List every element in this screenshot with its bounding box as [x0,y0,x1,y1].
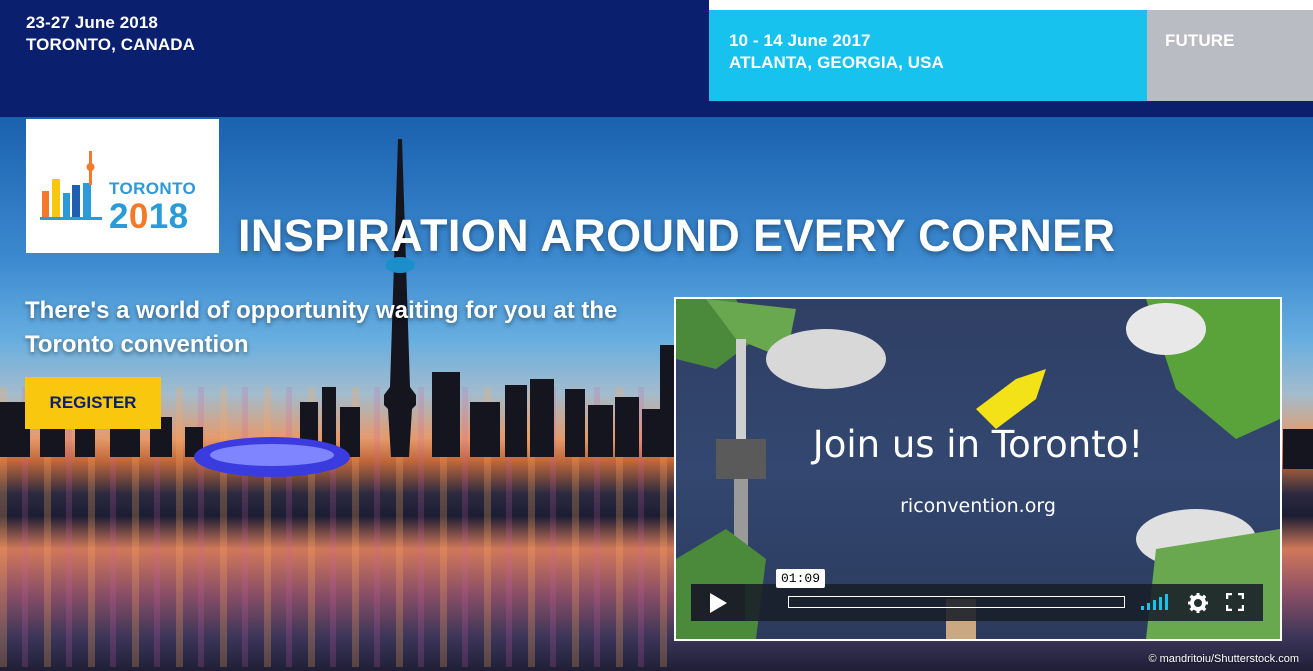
photo-credit: © mandritoiu/Shutterstock.com [1148,653,1299,665]
tab-future-label: FUTURE [1165,31,1235,50]
convention-tabs: 23-27 June 2018 TORONTO, CANADA 10 - 14 … [0,0,1313,117]
hero-headline: INSPIRATION AROUND EVERY CORNER [238,210,1116,261]
register-button[interactable]: REGISTER [25,377,161,429]
play-icon [710,592,727,613]
volume-icon[interactable] [1139,593,1169,611]
tab-underline [709,101,1313,117]
hero-subheading: There's a world of opportunity waiting f… [25,297,618,358]
tab-future[interactable]: FUTURE [1147,10,1313,101]
play-button[interactable] [691,584,745,621]
toronto-2018-logo[interactable]: TORONTO 2018 [26,119,219,253]
settings-gear-icon[interactable] [1188,593,1208,613]
video-player[interactable]: Join us in Toronto! riconvention.org 01:… [674,297,1282,641]
hero-banner: TORONTO 2018 INSPIRATION AROUND EVERY CO… [0,117,1313,671]
logo-year: 2018 [109,197,189,236]
tab-toronto-location: TORONTO, CANADA [26,35,195,54]
maple-leaf-icon: 0 [128,197,149,236]
city-skyline-logo-icon [40,151,102,220]
tab-toronto-2018[interactable]: 23-27 June 2018 TORONTO, CANADA [0,0,709,117]
progress-bar[interactable] [788,596,1125,608]
tab-atlanta-location: ATLANTA, GEORGIA, USA [729,53,944,72]
tab-toronto-date: 23-27 June 2018 [26,13,158,32]
video-url: riconvention.org [900,495,1056,517]
tab-atlanta-2017[interactable]: 10 - 14 June 2017 ATLANTA, GEORGIA, USA [709,10,1147,101]
timecode-tooltip: 01:09 [776,569,826,588]
video-title: Join us in Toronto! [812,423,1144,466]
tab-atlanta-date: 10 - 14 June 2017 [729,31,871,50]
fullscreen-icon[interactable] [1226,593,1244,611]
logo-wordmark: TORONTO [109,179,197,198]
video-controls: 01:09 [691,569,1263,621]
